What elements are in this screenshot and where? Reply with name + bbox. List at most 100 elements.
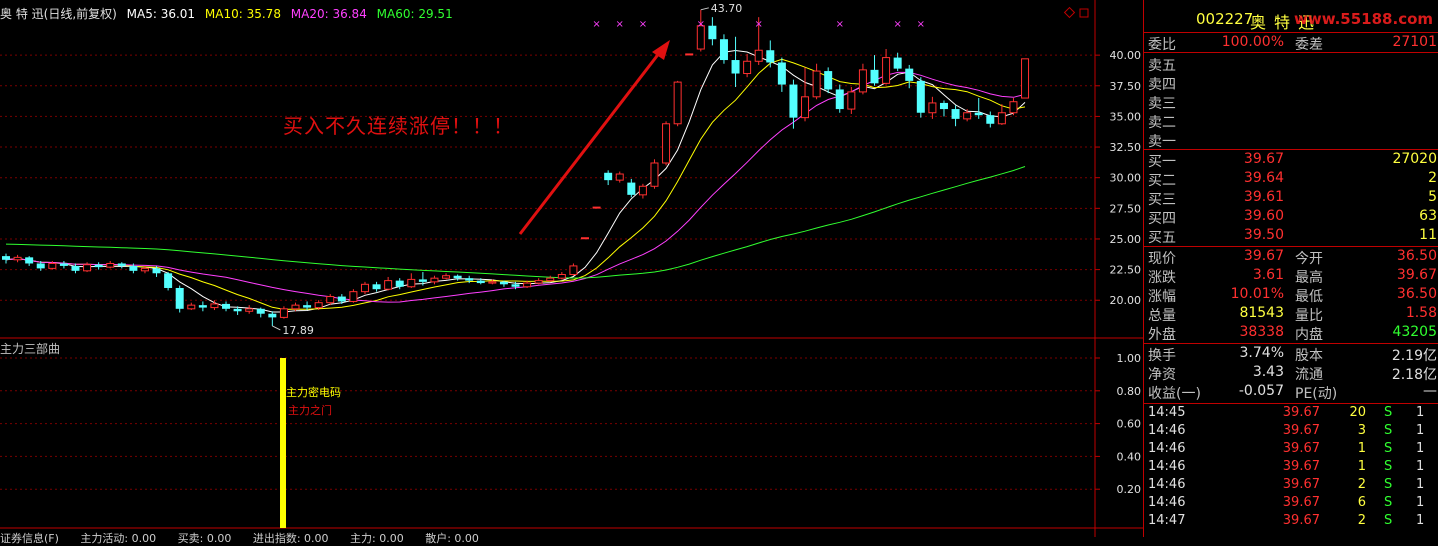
buy-row[interactable]: 买一 39.67 27020 [1144,151,1438,170]
candle-body-down [152,268,161,274]
candle-body-up [210,303,219,309]
candle-body-down [268,313,277,318]
sub-tick-label: 0.40 [1117,450,1142,463]
fund-label: 收益(一) [1148,386,1201,402]
kline-chart-area[interactable]: 40.00 37.50 35.00 32.50 30.00 27.50 25.00 22.50… [0,0,1143,545]
sub-tick-label: 0.60 [1117,418,1142,431]
tick-row[interactable]: 14:46 39.67 1 S 1 [1144,441,1438,459]
buy-row[interactable]: 买三 39.61 5 [1144,189,1438,208]
tick-time: 14:47 [1148,513,1186,528]
candle-body-down [198,305,207,308]
buy-price: 39.64 [1243,170,1284,186]
candle-body-up [847,91,856,110]
quote-value: 36.50 [1396,248,1437,264]
bottom-item: 买卖: 0.00 [177,532,232,545]
quote-row: 外盘 38338 内盘 43205 [1144,324,1438,343]
quote-row: 总量 81543 量比 1.58 [1144,305,1438,324]
candle-body-up [743,60,752,75]
divider [1144,343,1438,344]
price-tick-label: 22.50 [1110,264,1142,277]
fund-value: 2.18亿 [1391,367,1437,383]
candle-body-up [523,282,532,288]
tick-row[interactable]: 14:46 39.67 1 S 1 [1144,459,1438,477]
buy-price: 39.60 [1243,208,1284,224]
candle-body-up [557,274,566,279]
candle-body-down [731,60,740,74]
tick-row[interactable]: 14:45 39.67 20 S 1 [1144,405,1438,423]
quote-label: 总量 [1148,308,1176,324]
buy-row[interactable]: 买四 39.60 63 [1144,208,1438,227]
sell-row[interactable]: 卖四 [1144,74,1438,93]
tick-count: 1 [1416,513,1425,528]
fund-value: — [1423,383,1437,399]
candle-body-up [83,264,92,272]
quote-value: 36.50 [1396,286,1437,302]
candle-body-up [801,96,810,119]
sell-label: 卖二 [1148,115,1176,131]
tick-row[interactable]: 14:46 39.67 6 S 1 [1144,495,1438,513]
sell-row[interactable]: 卖一 [1144,131,1438,150]
candle-body-down [870,69,879,84]
candle-body-down [395,280,404,287]
sub-tick-label: 0.80 [1117,385,1142,398]
kline-chart-svg[interactable]: 40.00 37.50 35.00 32.50 30.00 27.50 25.00 22.50… [0,0,1143,537]
candle-body-down [164,273,173,288]
fund-value: 2.19亿 [1391,348,1437,364]
candle-body-up [997,112,1006,125]
sub-chart-title: 主力三部曲 [0,342,61,356]
candle-body-down [233,308,242,312]
quote-value: 1.58 [1405,305,1437,321]
bottom-indicator-bar[interactable]: 证券信息(F) 主力活动: 0.00 买卖: 0.00 进出指数: 0.00 主… [0,530,497,546]
bottom-item[interactable]: 证券信息(F) [0,532,59,545]
tick-count: 1 [1416,405,1425,420]
candle-body-up [812,70,821,98]
candle-body-up [430,277,439,283]
tick-count: 1 [1416,441,1425,456]
candle-body-up [442,275,451,279]
quote-label: 量比 [1295,308,1323,324]
tick-count: 1 [1416,477,1425,492]
buy-price: 39.61 [1243,189,1284,205]
sell-row[interactable]: 卖三 [1144,93,1438,112]
tick-row[interactable]: 14:47 39.67 2 S 1 [1144,513,1438,531]
bottom-item: 主力活动: 0.00 [80,532,157,545]
tick-price: 39.67 [1282,423,1320,438]
divider [1144,403,1438,404]
tick-time: 14:46 [1148,441,1186,456]
candle-body-down [627,182,636,195]
tick-price: 39.67 [1282,441,1320,456]
tick-volume: 2 [1357,477,1366,492]
candle-body-down [499,281,508,285]
high-price-label: 43.70 [711,2,743,15]
buy-label: 买五 [1148,230,1176,246]
quote-label: 最高 [1295,270,1323,286]
tick-row[interactable]: 14:46 39.67 3 S 1 [1144,423,1438,441]
quote-value: 81543 [1239,305,1284,321]
tick-count: 1 [1416,423,1425,438]
divider [1144,52,1438,53]
signal-marker: × [755,19,763,30]
buy-row[interactable]: 买二 39.64 2 [1144,170,1438,189]
candle-body-down [25,257,34,264]
sell-row[interactable]: 卖二 [1144,112,1438,131]
quote-value: 10.01% [1230,286,1284,302]
candle-body-up [106,262,115,268]
buy-price: 39.67 [1243,151,1284,167]
tick-row[interactable]: 14:46 39.67 2 S 1 [1144,477,1438,495]
buy-volume: 27020 [1392,151,1437,167]
buy-volume: 11 [1419,227,1437,243]
buy-row[interactable]: 买五 39.50 11 [1144,227,1438,246]
candle-body-up [928,102,937,114]
tick-volume: 6 [1357,495,1366,510]
candle-body-down [222,303,231,309]
sell-row[interactable]: 卖五 [1144,55,1438,74]
candle-body-down [708,25,717,40]
candle-body-up [685,53,694,56]
candle-body-down [789,84,798,118]
candle-body-up [279,308,288,318]
fund-label: PE(动) [1295,386,1338,402]
tick-time: 14:46 [1148,459,1186,474]
price-tick-label: 35.00 [1110,110,1142,123]
candle-body-up [1009,101,1018,114]
candle-body-up [407,278,416,288]
